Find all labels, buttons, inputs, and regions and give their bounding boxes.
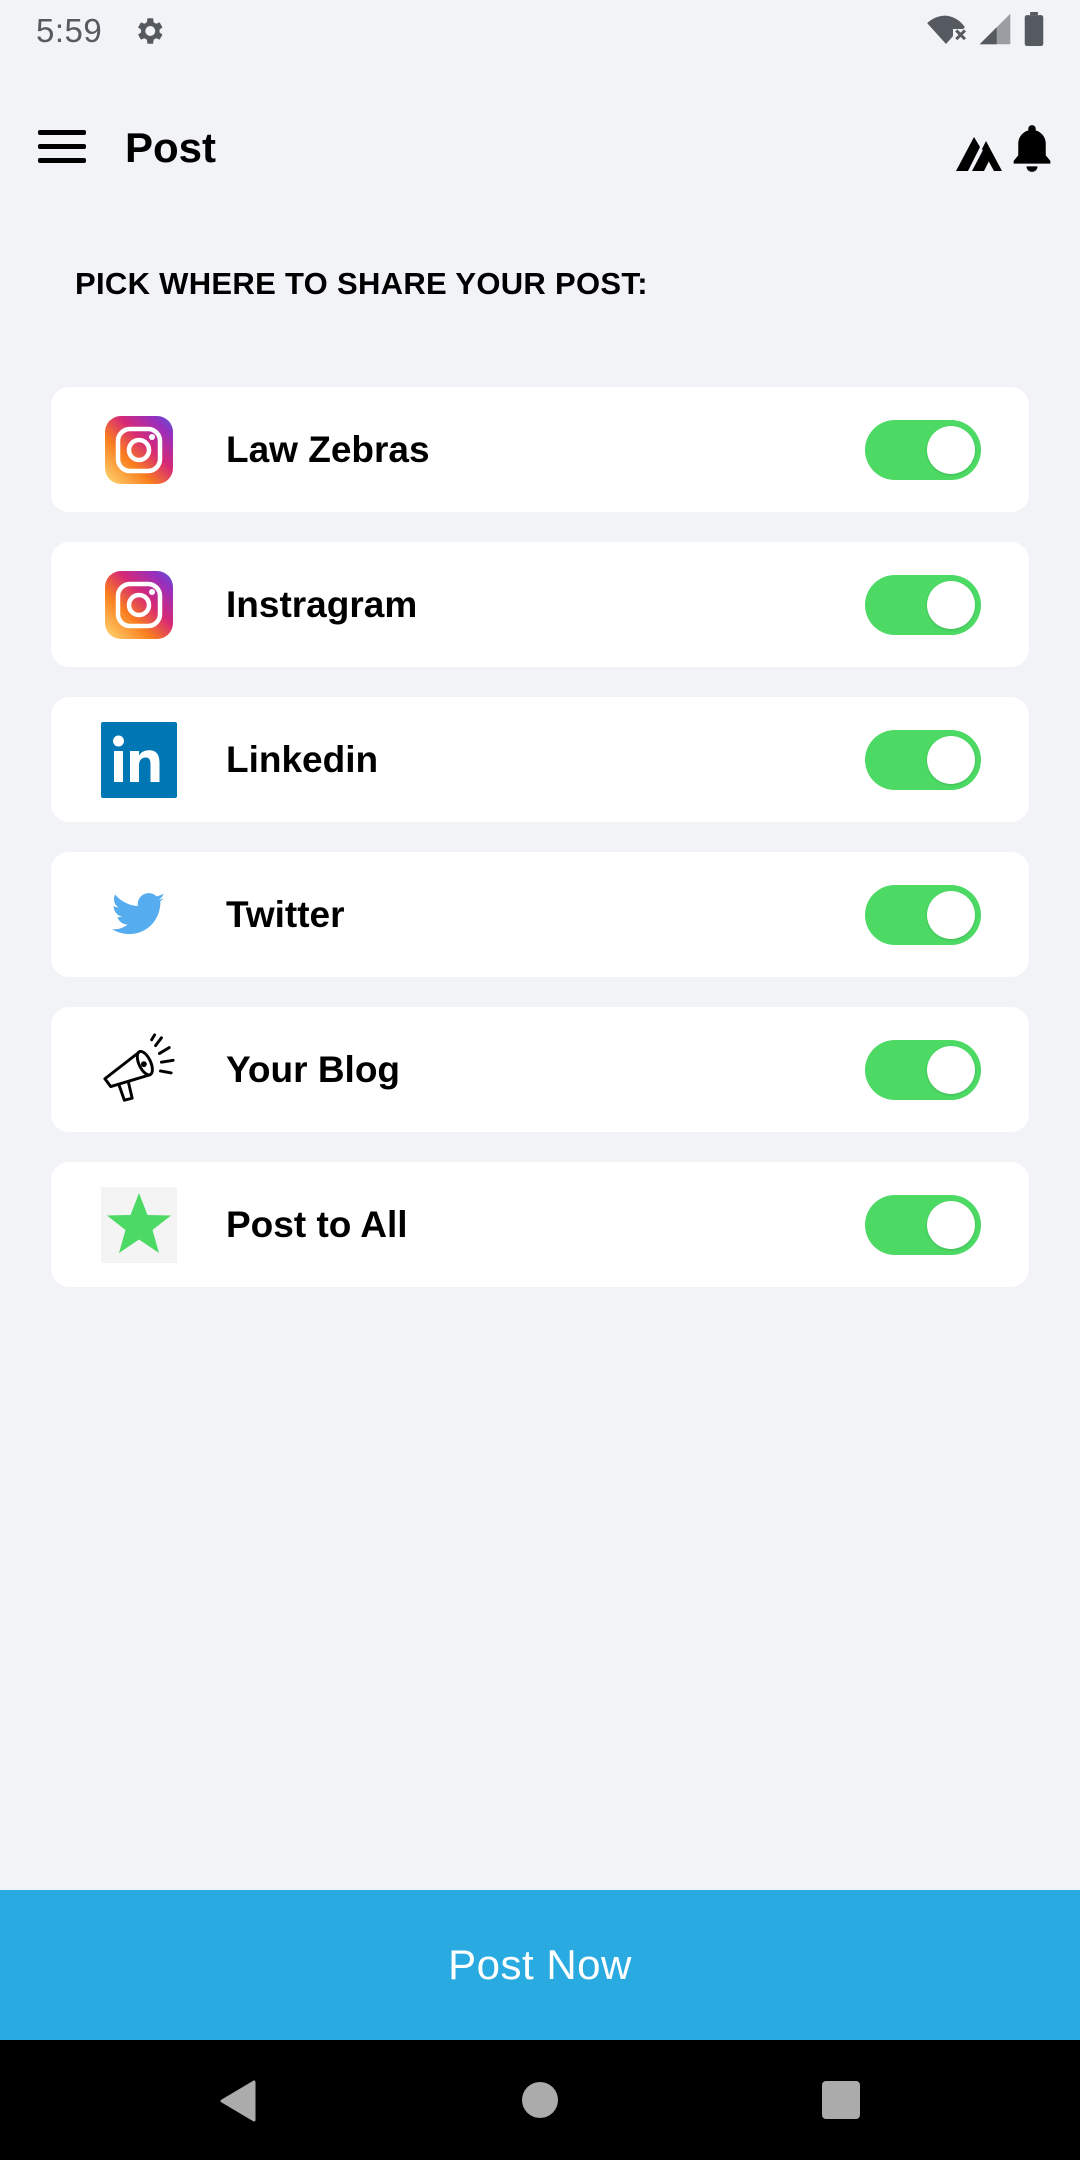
twitter-icon [101,877,177,953]
toggle-knob [927,890,975,939]
instagram-icon [101,412,177,488]
app-bar: Post [0,110,1080,190]
battery-icon [1024,12,1044,51]
toggle-knob [927,1200,975,1249]
section-heading: PICK WHERE TO SHARE YOUR POST: [75,266,648,301]
toggle-knob [927,425,975,474]
hamburger-menu-icon[interactable] [38,130,88,170]
toggle-linkedin[interactable] [865,729,981,790]
linkedin-icon [101,721,177,798]
share-item-linkedin: Linkedin [51,697,1029,822]
share-item-label: Instragram [226,583,418,625]
share-item-label: Your Blog [226,1048,401,1090]
instagram-icon [101,567,177,643]
star-icon [101,1186,177,1263]
toggle-knob [927,580,975,629]
share-item-post-to-all: Post to All [51,1162,1029,1287]
toggle-instagram[interactable] [865,574,981,635]
brand-logo-icon [954,127,1004,177]
share-target-list: Law Zebras Instragram Linkedin Twitter Y… [51,387,1029,1317]
status-indicators [926,12,1044,51]
settings-gear-icon [132,13,168,49]
back-icon[interactable] [218,2080,258,2127]
toggle-post-to-all[interactable] [865,1194,981,1255]
page-title: Post [125,124,217,171]
home-icon[interactable] [522,2082,558,2118]
status-bar: 5:59 [0,0,1080,62]
post-now-button[interactable]: Post Now [0,1890,1080,2040]
toggle-law-zebras[interactable] [865,419,981,480]
share-item-label: Law Zebras [226,428,430,470]
toggle-twitter[interactable] [865,884,981,945]
share-item-twitter: Twitter [51,852,1029,977]
cell-signal-icon [978,12,1012,51]
post-screen: 5:59 Post PICK WHERE TO SHARE YOUR POST:… [0,0,1080,2160]
share-item-label: Post to All [226,1203,408,1245]
share-item-instagram: Instragram [51,542,1029,667]
toggle-knob [927,735,975,784]
status-time: 5:59 [36,12,103,49]
notification-bell-icon[interactable] [1010,122,1054,174]
toggle-your-blog[interactable] [865,1039,981,1100]
share-item-your-blog: Your Blog [51,1007,1029,1132]
megaphone-icon [101,1032,177,1108]
recents-icon[interactable] [822,2081,860,2119]
wifi-off-icon [926,12,966,51]
toggle-knob [927,1045,975,1094]
system-nav-bar [0,2040,1080,2160]
share-item-label: Twitter [226,893,345,935]
share-item-law-zebras: Law Zebras [51,387,1029,512]
share-item-label: Linkedin [226,738,379,780]
